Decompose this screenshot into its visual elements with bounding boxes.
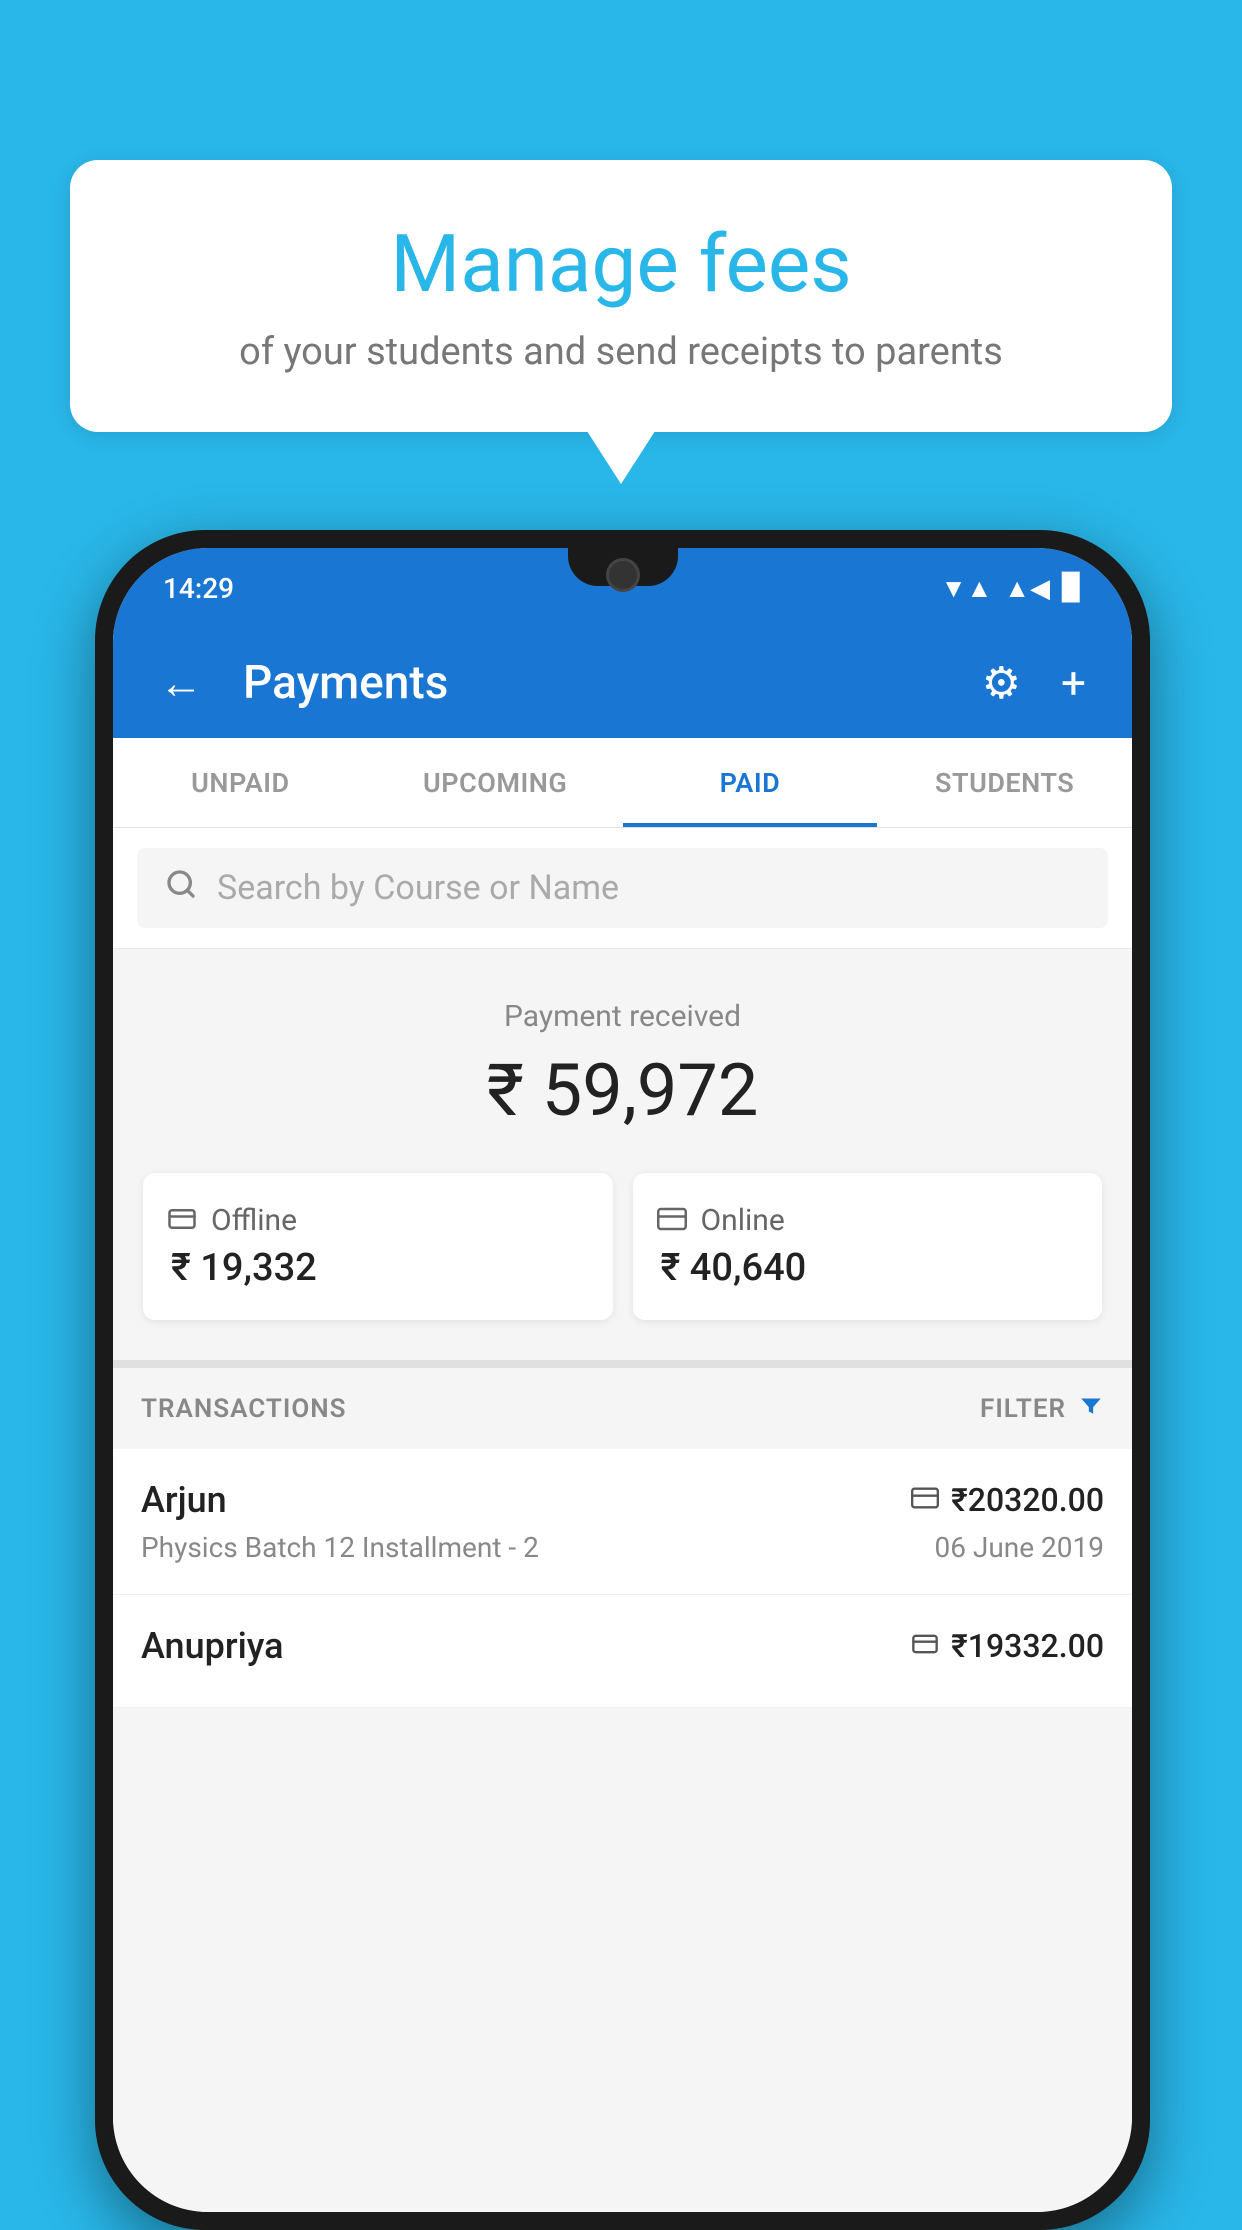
- back-button[interactable]: ←: [149, 647, 213, 719]
- bubble-subtitle: of your students and send receipts to pa…: [130, 328, 1112, 377]
- phone-screen: 14:29 ▼▲ ▲◀ ▉ ← Payments ⚙ + UNPAID UPCO: [113, 548, 1132, 2212]
- online-type: Online: [701, 1203, 785, 1238]
- screen-content: ← Payments ⚙ + UNPAID UPCOMING PAID STUD…: [113, 628, 1132, 2212]
- transaction-name-2: Anupriya: [141, 1625, 284, 1667]
- add-icon[interactable]: +: [1051, 647, 1096, 719]
- status-time: 14:29: [163, 572, 234, 605]
- wifi-icon: ▼▲: [941, 573, 992, 604]
- transaction-amount-container-2: ₹19332.00: [911, 1627, 1104, 1665]
- transaction-amount-2: ₹19332.00: [951, 1627, 1104, 1665]
- phone-frame: 14:29 ▼▲ ▲◀ ▉ ← Payments ⚙ + UNPAID UPCO: [95, 530, 1150, 2230]
- payment-summary: Payment received ₹ 59,972 Offli: [113, 949, 1132, 1368]
- search-icon: [165, 867, 197, 909]
- tab-paid[interactable]: PAID: [623, 738, 878, 827]
- offline-payment-card: Offline ₹ 19,332: [143, 1173, 613, 1320]
- online-amount: ₹ 40,640: [657, 1246, 807, 1290]
- filter-label: FILTER: [980, 1394, 1066, 1424]
- transaction-amount-1: ₹20320.00: [951, 1481, 1104, 1519]
- transaction-pay-icon-2: [911, 1630, 939, 1662]
- payment-cards: Offline ₹ 19,332: [143, 1173, 1102, 1320]
- tab-unpaid[interactable]: UNPAID: [113, 738, 368, 827]
- online-card-header: Online: [657, 1203, 785, 1238]
- tab-students[interactable]: STUDENTS: [877, 738, 1132, 827]
- search-placeholder: Search by Course or Name: [217, 868, 619, 908]
- search-container: Search by Course or Name: [113, 828, 1132, 949]
- transaction-name-1: Arjun: [141, 1479, 227, 1521]
- speech-bubble: Manage fees of your students and send re…: [70, 160, 1172, 432]
- app-title: Payments: [243, 656, 942, 710]
- transaction-row-anupriya[interactable]: Anupriya ₹19332.00: [113, 1595, 1132, 1708]
- offline-icon: [167, 1204, 197, 1238]
- app-bar: ← Payments ⚙ +: [113, 628, 1132, 738]
- transaction-row-top-2: Anupriya ₹19332.00: [141, 1625, 1104, 1667]
- transaction-row-bottom-1: Physics Batch 12 Installment - 2 06 June…: [141, 1531, 1104, 1564]
- payment-total-amount: ₹ 59,972: [143, 1048, 1102, 1133]
- tab-upcoming[interactable]: UPCOMING: [368, 738, 623, 827]
- signal-icon: ▲◀: [1004, 573, 1050, 604]
- battery-icon: ▉: [1062, 573, 1082, 603]
- bubble-title: Manage fees: [130, 220, 1112, 308]
- offline-amount: ₹ 19,332: [167, 1246, 317, 1290]
- app-bar-actions: ⚙ +: [972, 647, 1096, 719]
- status-bar: 14:29 ▼▲ ▲◀ ▉: [113, 548, 1132, 628]
- online-payment-card: Online ₹ 40,640: [633, 1173, 1103, 1320]
- search-bar[interactable]: Search by Course or Name: [137, 848, 1108, 928]
- speech-bubble-container: Manage fees of your students and send re…: [70, 160, 1172, 432]
- settings-icon[interactable]: ⚙: [972, 647, 1031, 719]
- transactions-header: TRANSACTIONS FILTER: [113, 1368, 1132, 1449]
- tabs-container: UNPAID UPCOMING PAID STUDENTS: [113, 738, 1132, 828]
- offline-card-header: Offline: [167, 1203, 297, 1238]
- transaction-row-arjun[interactable]: Arjun ₹20320.00 Physics Batch 12 Install…: [113, 1449, 1132, 1595]
- payment-received-label: Payment received: [143, 999, 1102, 1034]
- transaction-amount-container-1: ₹20320.00: [911, 1481, 1104, 1519]
- transaction-course-1: Physics Batch 12 Installment - 2: [141, 1531, 539, 1564]
- transaction-date-1: 06 June 2019: [934, 1531, 1104, 1564]
- filter-container[interactable]: FILTER: [980, 1392, 1104, 1425]
- transaction-row-top-1: Arjun ₹20320.00: [141, 1479, 1104, 1521]
- status-icons: ▼▲ ▲◀ ▉: [941, 573, 1082, 604]
- offline-type: Offline: [211, 1203, 297, 1238]
- filter-icon: [1078, 1392, 1104, 1425]
- transactions-label: TRANSACTIONS: [141, 1394, 347, 1424]
- transaction-pay-icon-1: [911, 1484, 939, 1516]
- online-icon: [657, 1204, 687, 1238]
